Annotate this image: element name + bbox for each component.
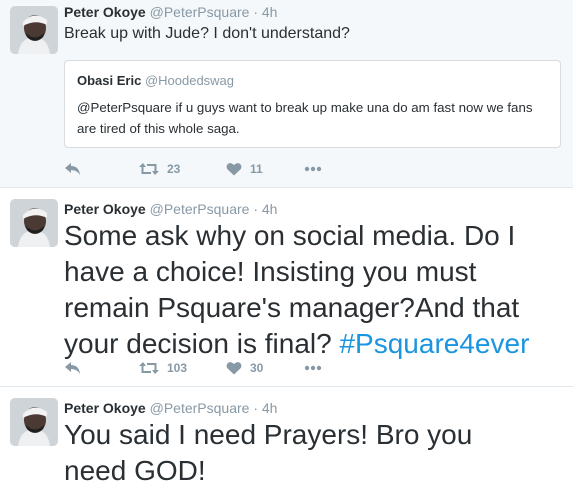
tweet-text: Some ask why on social media. Do I have … bbox=[64, 218, 564, 362]
more-button[interactable] bbox=[304, 160, 322, 178]
tweet[interactable]: Peter Okoye @PeterPsquare · 4h Break up … bbox=[0, 0, 573, 187]
separator: · bbox=[253, 201, 258, 217]
quoted-tweet-header: Obasi Eric @Hoodedswag bbox=[77, 73, 234, 89]
author-handle[interactable]: @PeterPsquare bbox=[150, 400, 250, 416]
tweet-text: Break up with Jude? I don't understand? bbox=[64, 25, 350, 42]
like-button[interactable]: 11 bbox=[226, 160, 263, 178]
retweet-count: 23 bbox=[167, 162, 181, 176]
author-name[interactable]: Peter Okoye bbox=[64, 400, 146, 416]
avatar[interactable] bbox=[10, 6, 58, 54]
quoted-tweet-text: @PeterPsquare if u guys want to break up… bbox=[77, 100, 533, 136]
more-icon bbox=[304, 166, 322, 172]
tweet-header: Peter Okoye @PeterPsquare · 4h bbox=[64, 3, 277, 21]
tweet-text: You said I need Prayers! Bro you need GO… bbox=[64, 419, 473, 486]
quoted-author-handle[interactable]: @Hoodedswag bbox=[145, 73, 234, 88]
timestamp[interactable]: 4h bbox=[262, 400, 278, 416]
hashtag-link[interactable]: #Psquare4ever bbox=[339, 328, 529, 359]
reply-button[interactable] bbox=[64, 359, 82, 377]
retweet-button[interactable]: 23 bbox=[139, 160, 180, 178]
separator: · bbox=[253, 4, 258, 20]
timestamp[interactable]: 4h bbox=[262, 201, 278, 217]
reply-button[interactable] bbox=[64, 160, 82, 178]
timestamp[interactable]: 4h bbox=[262, 4, 278, 20]
reply-icon bbox=[65, 362, 80, 374]
reply-icon bbox=[65, 163, 80, 175]
more-icon bbox=[304, 365, 322, 371]
avatar[interactable] bbox=[10, 199, 58, 247]
heart-icon bbox=[226, 163, 242, 176]
more-button[interactable] bbox=[304, 359, 322, 377]
author-handle[interactable]: @PeterPsquare bbox=[150, 201, 250, 217]
tweet-header: Peter Okoye @PeterPsquare · 4h bbox=[64, 200, 277, 218]
quoted-author-name[interactable]: Obasi Eric bbox=[77, 73, 141, 88]
like-count: 30 bbox=[250, 361, 264, 375]
tweet[interactable]: Peter Okoye @PeterPsquare · 4h Some ask … bbox=[0, 187, 573, 386]
tweet[interactable]: Peter Okoye @PeterPsquare · 4h You said … bbox=[0, 386, 573, 490]
quoted-tweet[interactable]: Obasi Eric @Hoodedswag @PeterPsquare if … bbox=[64, 60, 561, 148]
retweet-button[interactable]: 103 bbox=[139, 359, 187, 377]
retweet-icon bbox=[139, 362, 159, 374]
separator: · bbox=[253, 400, 258, 416]
retweet-count: 103 bbox=[167, 361, 188, 375]
retweet-icon bbox=[139, 163, 159, 175]
author-name[interactable]: Peter Okoye bbox=[64, 201, 146, 217]
avatar[interactable] bbox=[10, 398, 58, 446]
author-handle[interactable]: @PeterPsquare bbox=[150, 4, 250, 20]
like-button[interactable]: 30 bbox=[226, 359, 263, 377]
like-count: 11 bbox=[250, 162, 263, 176]
author-name[interactable]: Peter Okoye bbox=[64, 4, 146, 20]
tweet-header: Peter Okoye @PeterPsquare · 4h bbox=[64, 399, 277, 417]
heart-icon bbox=[226, 362, 242, 375]
